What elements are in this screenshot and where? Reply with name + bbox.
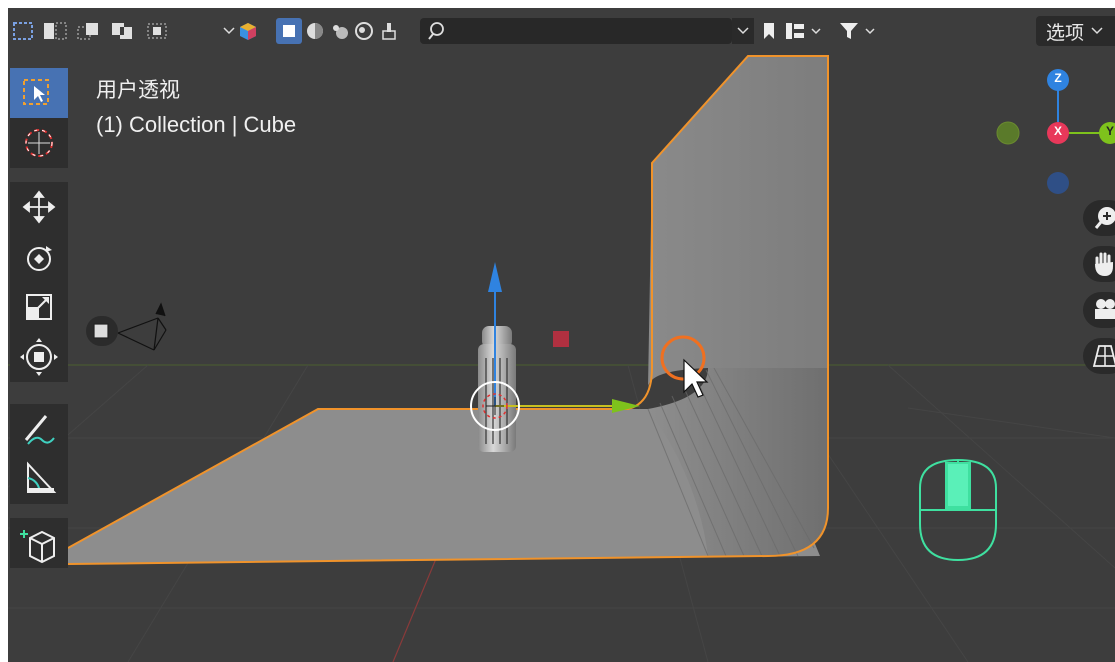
brush-tool-icon[interactable] bbox=[376, 18, 402, 44]
object-types-dropdown-icon[interactable] bbox=[220, 18, 264, 44]
select-mode-new-icon[interactable] bbox=[8, 18, 38, 44]
select-mode-subtract-icon[interactable] bbox=[72, 18, 106, 44]
move-arrows-icon bbox=[22, 190, 56, 224]
tool-scale[interactable] bbox=[10, 282, 68, 332]
rotate-icon bbox=[27, 246, 52, 271]
tool-cursor[interactable] bbox=[10, 118, 68, 168]
filter-dropdown-icon[interactable] bbox=[732, 18, 754, 44]
tool-select-box[interactable] bbox=[10, 68, 68, 118]
gizmo-x-label[interactable]: X bbox=[1051, 124, 1065, 138]
tool-rotate[interactable] bbox=[10, 232, 68, 282]
filter-funnel-icon[interactable] bbox=[834, 18, 888, 44]
add-cube-icon bbox=[20, 530, 55, 564]
select-mode-extend-icon[interactable] bbox=[38, 18, 72, 44]
light-object bbox=[553, 331, 569, 347]
chevron-down-icon bbox=[1091, 27, 1103, 35]
cursor-3d-icon bbox=[25, 129, 53, 157]
bottle-object bbox=[478, 326, 516, 452]
viewport-3d[interactable] bbox=[8, 8, 1115, 662]
bookmark-icon[interactable] bbox=[758, 18, 780, 44]
viewport-render-icon[interactable] bbox=[352, 18, 376, 44]
search-field[interactable] bbox=[420, 18, 732, 46]
transform-icon bbox=[20, 338, 58, 376]
zoom-view-button[interactable] bbox=[1083, 200, 1115, 236]
tool-transform[interactable] bbox=[10, 332, 68, 382]
view-title: 用户透视 bbox=[96, 78, 180, 102]
viewport-shading-solid-active-icon[interactable] bbox=[276, 18, 302, 44]
options-label: 选项 bbox=[1046, 21, 1085, 44]
gizmo-z-label[interactable]: Z bbox=[1051, 71, 1065, 85]
view-subtitle: (1) Collection | Cube bbox=[96, 112, 297, 137]
select-mode-invert-icon[interactable] bbox=[106, 18, 140, 44]
annotate-pencil-icon bbox=[24, 415, 55, 445]
tool-measure[interactable] bbox=[10, 454, 68, 504]
select-mode-intersect-icon[interactable] bbox=[140, 18, 174, 44]
search-icon bbox=[428, 22, 444, 40]
camera-icon bbox=[1095, 299, 1115, 319]
hierarchy-icon[interactable] bbox=[782, 18, 830, 44]
search-input[interactable] bbox=[446, 18, 730, 46]
scale-icon bbox=[26, 294, 52, 320]
pan-view-button[interactable] bbox=[1083, 246, 1115, 282]
measure-ruler-icon bbox=[27, 461, 57, 493]
camera-view-button[interactable] bbox=[1083, 292, 1115, 328]
tool-add-cube[interactable] bbox=[10, 518, 68, 568]
camera-object bbox=[86, 302, 167, 351]
tool-annotate[interactable] bbox=[10, 404, 68, 454]
viewport-material-icon[interactable] bbox=[328, 18, 352, 44]
viewport-shading-icon[interactable] bbox=[303, 18, 327, 44]
zoom-icon bbox=[1094, 207, 1115, 229]
select-box-icon bbox=[23, 79, 49, 105]
hand-icon bbox=[1095, 252, 1113, 276]
tool-move[interactable] bbox=[10, 182, 68, 232]
options-button[interactable]: 选项 bbox=[1036, 16, 1115, 46]
blender-window: Z X Y 选项 用户透视 (1) Collection | Cube bbox=[8, 8, 1115, 662]
grid-perspective-icon bbox=[1092, 345, 1115, 367]
gizmo-y-label[interactable]: Y bbox=[1103, 124, 1115, 138]
viewport-header: 选项 bbox=[8, 8, 1115, 54]
perspective-toggle-button[interactable] bbox=[1083, 338, 1115, 374]
